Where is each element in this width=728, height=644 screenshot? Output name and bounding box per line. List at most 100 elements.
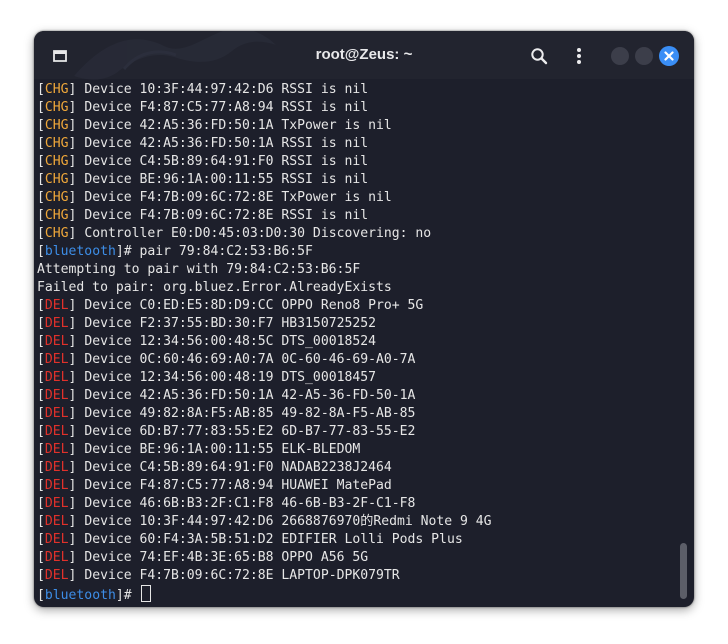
bracket-open: [	[37, 100, 45, 115]
log-line: [DEL] Device 12:34:56:00:48:19 DTS_00018…	[37, 369, 681, 387]
line-text: Device F4:87:C5:77:A8:94 HUAWEI MatePad	[76, 478, 392, 493]
kebab-menu-icon	[577, 48, 581, 64]
del-tag: DEL	[44, 532, 69, 547]
bracket-open: [	[37, 136, 45, 151]
log-line: [CHG] Device F4:87:C5:77:A8:94 RSSI is n…	[37, 99, 681, 117]
log-line: [CHG] Device 42:A5:36:FD:50:1A RSSI is n…	[37, 135, 681, 153]
bracket-open: [	[37, 406, 45, 421]
window-title: root@Zeus: ~	[315, 46, 413, 63]
bracket-open: [	[37, 514, 45, 529]
search-button[interactable]	[528, 45, 550, 67]
bracket-open: [	[37, 244, 45, 259]
log-line: [DEL] Device F4:7B:09:6C:72:8E LAPTOP-DP…	[37, 567, 681, 585]
bracket-open: [	[37, 82, 45, 97]
line-text: Device C4:5B:89:64:91:F0 RSSI is nil	[76, 154, 369, 169]
bluetooth-prompt: bluetooth	[44, 244, 116, 259]
line-text: Device C0:ED:E5:8D:D9:CC OPPO Reno8 Pro+…	[76, 298, 424, 313]
del-tag: DEL	[44, 388, 69, 403]
minimize-button[interactable]	[611, 47, 629, 65]
chg-tag: CHG	[44, 208, 69, 223]
line-text: Device 42:A5:36:FD:50:1A RSSI is nil	[76, 136, 369, 151]
bracket-open: [	[37, 352, 45, 367]
prompt-line: [bluetooth]#	[37, 585, 681, 603]
log-line: [DEL] Device 46:6B:B3:2F:C1:F8 46-6B-B3-…	[37, 495, 681, 513]
close-button[interactable]	[659, 46, 679, 66]
bracket-open: [	[37, 460, 45, 475]
log-line: [DEL] Device C0:ED:E5:8D:D9:CC OPPO Reno…	[37, 297, 681, 315]
del-tag: DEL	[44, 550, 69, 565]
log-line: [DEL] Device BE:96:1A:00:11:55 ELK-BLEDO…	[37, 441, 681, 459]
output-line: Attempting to pair with 79:84:C2:53:B6:5…	[37, 261, 681, 279]
line-text: Device F4:7B:09:6C:72:8E LAPTOP-DPK079TR	[76, 568, 400, 583]
bracket-open: [	[37, 496, 45, 511]
line-text: #	[123, 588, 140, 603]
bracket-open: [	[37, 478, 45, 493]
line-text: Device 10:3F:44:97:42:D6 2668876970的Redm…	[76, 514, 492, 529]
chg-tag: CHG	[44, 154, 69, 169]
del-tag: DEL	[44, 316, 69, 331]
del-tag: DEL	[44, 514, 69, 529]
bluetooth-prompt: bluetooth	[44, 588, 116, 603]
chg-tag: CHG	[44, 100, 69, 115]
line-text: Attempting to pair with 79:84:C2:53:B6:5…	[37, 262, 361, 277]
bracket-open: [	[37, 208, 45, 223]
text-cursor[interactable]	[140, 585, 151, 602]
bracket-open: [	[37, 118, 45, 133]
bracket-open: [	[37, 588, 45, 603]
line-text: Device 42:A5:36:FD:50:1A 42-A5-36-FD-50-…	[76, 388, 416, 403]
log-line: [CHG] Device C4:5B:89:64:91:F0 RSSI is n…	[37, 153, 681, 171]
bracket-open: [	[37, 388, 45, 403]
close-icon	[664, 51, 674, 61]
search-icon	[531, 48, 548, 65]
maximize-button[interactable]	[635, 47, 653, 65]
bracket-open: [	[37, 424, 45, 439]
scrollbar-thumb[interactable]	[680, 543, 687, 599]
log-line: [DEL] Device F4:87:C5:77:A8:94 HUAWEI Ma…	[37, 477, 681, 495]
log-line: [CHG] Device 10:3F:44:97:42:D6 RSSI is n…	[37, 81, 681, 99]
line-text: Device F4:7B:09:6C:72:8E TxPower is nil	[76, 190, 392, 205]
line-text: # pair 79:84:C2:53:B6:5F	[123, 244, 313, 259]
bracket-open: [	[37, 172, 45, 187]
bracket-open: [	[37, 334, 45, 349]
line-text: Controller E0:D0:45:03:D0:30 Discovering…	[76, 226, 432, 241]
log-line: [DEL] Device 60:F4:3A:5B:51:D2 EDIFIER L…	[37, 531, 681, 549]
bracket-open: [	[37, 190, 45, 205]
del-tag: DEL	[44, 478, 69, 493]
line-text: Device 12:34:56:00:48:19 DTS_00018457	[76, 370, 376, 385]
terminal-window: root@Zeus: ~ [CHG] Device 10:3F:44:97:42…	[34, 31, 694, 607]
log-line: [CHG] Device 42:A5:36:FD:50:1A TxPower i…	[37, 117, 681, 135]
log-line: [DEL] Device 10:3F:44:97:42:D6 266887697…	[37, 513, 681, 531]
line-text: Device F4:7B:09:6C:72:8E RSSI is nil	[76, 208, 369, 223]
menu-button[interactable]	[568, 45, 590, 67]
terminal-output[interactable]: [CHG] Device 10:3F:44:97:42:D6 RSSI is n…	[37, 81, 681, 603]
log-line: [DEL] Device 6D:B7:77:83:55:E2 6D-B7-77-…	[37, 423, 681, 441]
line-text: Device 74:EF:4B:3E:65:B8 OPPO A56 5G	[76, 550, 369, 565]
log-line: [CHG] Device BE:96:1A:00:11:55 RSSI is n…	[37, 171, 681, 189]
bracket-open: [	[37, 568, 45, 583]
bracket-open: [	[37, 316, 45, 331]
line-text: Failed to pair: org.bluez.Error.AlreadyE…	[37, 280, 392, 295]
log-line: [CHG] Device F4:7B:09:6C:72:8E TxPower i…	[37, 189, 681, 207]
bracket-open: [	[37, 532, 45, 547]
line-text: Device F4:87:C5:77:A8:94 RSSI is nil	[76, 100, 369, 115]
del-tag: DEL	[44, 424, 69, 439]
line-text: Device 49:82:8A:F5:AB:85 49-82-8A-F5-AB-…	[76, 406, 416, 421]
line-text: Device BE:96:1A:00:11:55 ELK-BLEDOM	[76, 442, 361, 457]
log-line: [DEL] Device C4:5B:89:64:91:F0 NADAB2238…	[37, 459, 681, 477]
bracket-close: ]	[115, 244, 124, 259]
del-tag: DEL	[44, 352, 69, 367]
line-text: Device 0C:60:46:69:A0:7A 0C-60-46-69-A0-…	[76, 352, 416, 367]
del-tag: DEL	[44, 496, 69, 511]
output-line: Failed to pair: org.bluez.Error.AlreadyE…	[37, 279, 681, 297]
titlebar[interactable]: root@Zeus: ~	[34, 31, 694, 80]
bracket-open: [	[37, 550, 45, 565]
prompt-line: [bluetooth]# pair 79:84:C2:53:B6:5F	[37, 243, 681, 261]
log-line: [DEL] Device 12:34:56:00:48:5C DTS_00018…	[37, 333, 681, 351]
line-text: Device 60:F4:3A:5B:51:D2 EDIFIER Lolli P…	[76, 532, 463, 547]
chg-tag: CHG	[44, 190, 69, 205]
log-line: [CHG] Controller E0:D0:45:03:D0:30 Disco…	[37, 225, 681, 243]
line-text: Device 12:34:56:00:48:5C DTS_00018524	[76, 334, 376, 349]
log-line: [DEL] Device 74:EF:4B:3E:65:B8 OPPO A56 …	[37, 549, 681, 567]
line-text: Device F2:37:55:BD:30:F7 HB3150725252	[76, 316, 376, 331]
chg-tag: CHG	[44, 118, 69, 133]
